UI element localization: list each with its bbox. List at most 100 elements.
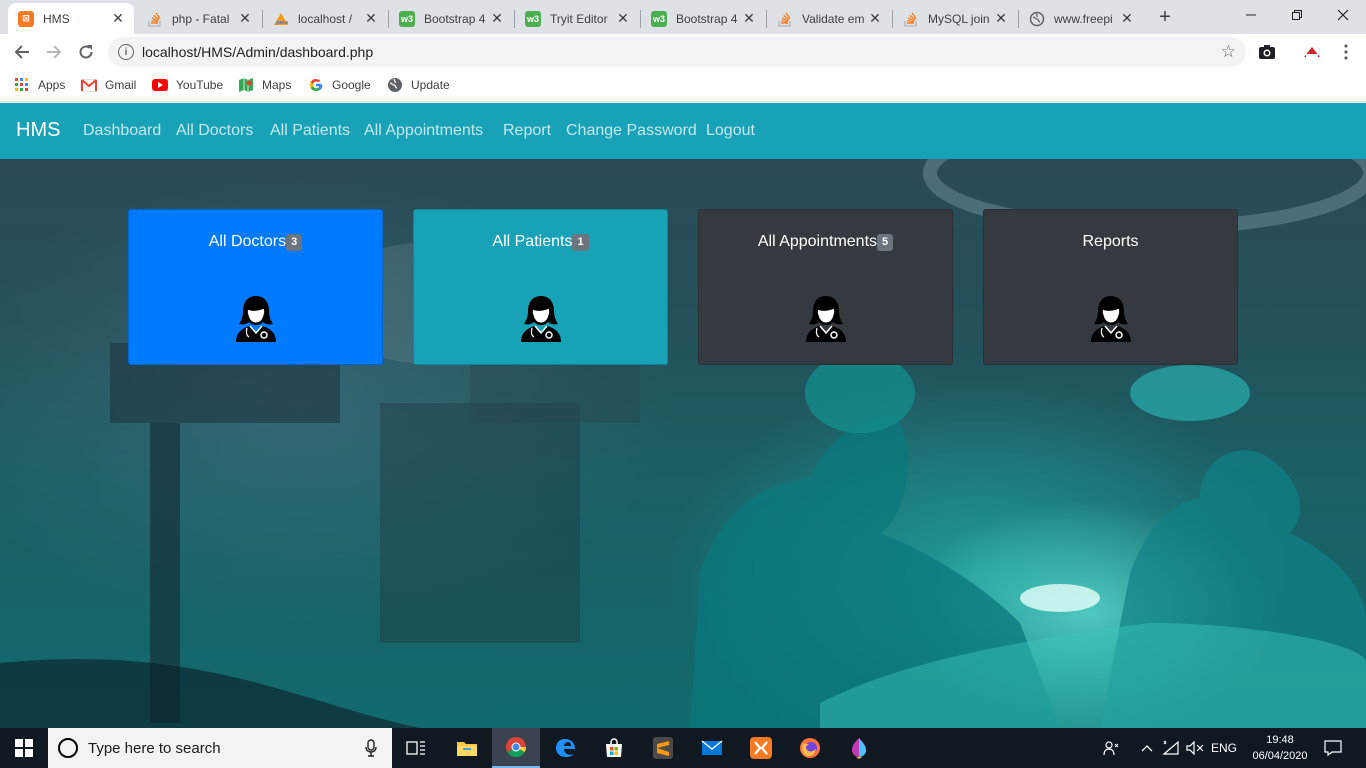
globe-icon	[387, 77, 403, 93]
network-icon[interactable]	[1160, 728, 1182, 768]
mail-icon	[701, 740, 723, 755]
stackoverflow-icon	[777, 11, 793, 27]
close-icon[interactable]: ✕	[489, 10, 505, 27]
forward-arrow-icon	[47, 45, 62, 59]
close-icon[interactable]: ✕	[615, 10, 631, 27]
doctor-icon	[1091, 296, 1131, 342]
card-all-appointments[interactable]: All Appointments 5	[698, 209, 953, 365]
page-viewport: HMS Dashboard All Doctors All Patients A…	[0, 103, 1366, 728]
url-text[interactable]: localhost/HMS/Admin/dashboard.php	[142, 44, 373, 60]
tab-bootstrap-1[interactable]: w3 Bootstrap 4 ✕	[389, 3, 513, 34]
bookmark-apps[interactable]: Apps	[14, 77, 65, 93]
screenshot-camera-icon[interactable]	[1257, 42, 1277, 62]
bookmark-update[interactable]: Update	[387, 77, 450, 93]
close-icon[interactable]: ✕	[867, 10, 883, 27]
people-icon[interactable]	[1100, 728, 1122, 768]
volume-muted-icon[interactable]	[1184, 728, 1206, 768]
xampp-app[interactable]	[737, 728, 785, 768]
stackoverflow-icon	[147, 11, 163, 27]
start-button[interactable]	[0, 728, 48, 768]
doctor-icon	[521, 296, 561, 342]
restore-icon	[1292, 10, 1302, 20]
gmail-icon	[81, 77, 97, 93]
nav-all-appointments[interactable]: All Appointments	[364, 122, 483, 140]
bookmark-gmail[interactable]: Gmail	[81, 77, 136, 93]
nav-logout[interactable]: Logout	[706, 122, 755, 140]
close-icon[interactable]: ✕	[110, 10, 126, 27]
microsoft-store-app[interactable]	[590, 728, 638, 768]
windows-taskbar: Type here to search ENG 19:48 06/04/2020	[0, 728, 1366, 768]
taskbar-search-box[interactable]: Type here to search	[48, 728, 392, 768]
globe-icon	[1029, 11, 1045, 27]
edge-app[interactable]	[541, 728, 589, 768]
tab-php-fatal[interactable]: php - Fatal ✕	[137, 3, 261, 34]
navbar: HMS Dashboard All Doctors All Patients A…	[0, 103, 1366, 159]
close-icon[interactable]: ✕	[237, 10, 253, 27]
w3schools-icon: w3	[525, 10, 541, 27]
firefox-app[interactable]	[786, 728, 834, 768]
chevron-up-icon[interactable]	[1138, 728, 1156, 768]
card-title: All Doctors	[208, 233, 287, 250]
microphone-icon[interactable]	[364, 739, 378, 757]
language-indicator[interactable]: ENG	[1208, 728, 1240, 768]
minimize-button[interactable]	[1228, 0, 1274, 30]
tab-localhost[interactable]: pma localhost / ✕	[263, 3, 387, 34]
clock-date: 06/04/2020	[1252, 750, 1308, 762]
bookmark-star-icon[interactable]: ☆	[1221, 42, 1236, 62]
paint3d-app[interactable]	[835, 728, 883, 768]
task-view-button[interactable]	[392, 728, 440, 768]
chrome-app[interactable]	[492, 728, 540, 768]
nav-all-patients[interactable]: All Patients	[270, 122, 350, 140]
cortana-icon	[58, 738, 78, 758]
card-all-doctors[interactable]: All Doctors 3	[128, 209, 383, 365]
file-explorer-app[interactable]	[443, 728, 491, 768]
nav-change-password[interactable]: Change Password	[566, 122, 697, 140]
extension-icon[interactable]	[1302, 42, 1322, 62]
doctor-icon	[236, 296, 276, 342]
bookmark-google[interactable]: Google	[308, 77, 371, 93]
nav-dashboard[interactable]: Dashboard	[83, 122, 161, 140]
bookmark-youtube[interactable]: YouTube	[152, 77, 223, 93]
nav-report[interactable]: Report	[503, 122, 551, 140]
tab-freepik[interactable]: www.freepi ✕	[1019, 3, 1143, 34]
reload-icon	[79, 45, 93, 59]
address-bar[interactable]: i localhost/HMS/Admin/dashboard.php ☆	[108, 37, 1246, 67]
back-button[interactable]	[10, 40, 34, 64]
nav-all-doctors[interactable]: All Doctors	[176, 122, 253, 140]
forward-button[interactable]	[42, 40, 66, 64]
close-icon[interactable]: ✕	[1119, 10, 1135, 27]
card-title: Reports	[1082, 233, 1139, 250]
close-icon[interactable]: ✕	[993, 10, 1009, 27]
card-reports[interactable]: Reports	[983, 209, 1238, 365]
bookmark-maps[interactable]: Maps	[238, 77, 291, 93]
tab-tryit-editor[interactable]: w3 Tryit Editor ✕	[515, 3, 639, 34]
close-icon[interactable]: ✕	[363, 10, 379, 27]
operating-room-background	[0, 103, 1366, 728]
youtube-icon	[152, 77, 168, 93]
back-arrow-icon	[14, 45, 29, 59]
firefox-icon	[800, 738, 820, 758]
phpmyadmin-icon: pma	[273, 11, 289, 27]
sublime-text-app[interactable]	[639, 728, 687, 768]
new-tab-button[interactable]: +	[1154, 6, 1176, 28]
tab-mysql-join[interactable]: MySQL join ✕	[893, 3, 1017, 34]
system-clock[interactable]: 19:48 06/04/2020	[1244, 732, 1316, 764]
navbar-brand[interactable]: HMS	[16, 119, 60, 142]
mail-app[interactable]	[688, 728, 736, 768]
chrome-icon	[505, 737, 527, 758]
card-all-patients[interactable]: All Patients 1	[413, 209, 668, 365]
reload-button[interactable]	[74, 40, 98, 64]
notifications-icon[interactable]	[1320, 728, 1346, 768]
close-window-button[interactable]	[1320, 0, 1366, 30]
svg-text:pma: pma	[276, 20, 288, 26]
menu-kebab-icon[interactable]	[1336, 42, 1356, 62]
xampp-icon: ⊠	[18, 10, 34, 27]
w3schools-icon: w3	[651, 10, 667, 27]
tab-hms[interactable]: ⊠ HMS ✕	[8, 3, 134, 34]
close-icon[interactable]: ✕	[741, 10, 757, 27]
info-icon[interactable]: i	[118, 44, 134, 60]
tab-bootstrap-2[interactable]: w3 Bootstrap 4 ✕	[641, 3, 765, 34]
stackoverflow-icon	[903, 11, 919, 27]
tab-validate-email[interactable]: Validate em ✕	[767, 3, 891, 34]
restore-button[interactable]	[1274, 0, 1320, 30]
